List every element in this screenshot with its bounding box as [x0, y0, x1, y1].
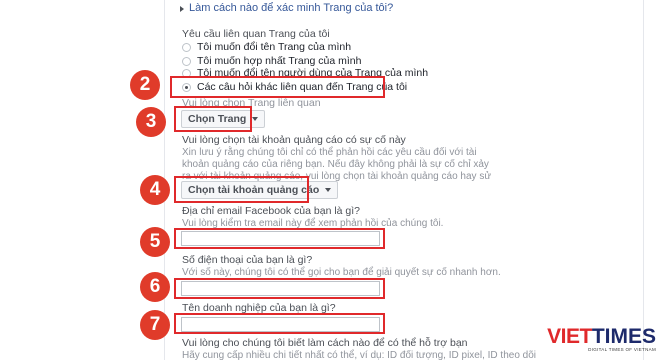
highlight-box-2: [170, 76, 385, 98]
step-badge-3: 3: [136, 107, 166, 137]
highlight-box-7: [174, 313, 385, 334]
highlight-box-4: [174, 176, 309, 203]
support-label: Vui lòng cho chúng tôi biết làm cách nào…: [182, 337, 468, 349]
step-badge-6: 6: [140, 272, 170, 302]
radio-button[interactable]: [182, 56, 191, 66]
support-help: Hãy cung cấp nhiều chi tiết nhất có thể,…: [182, 350, 537, 361]
caret-down-icon: [252, 117, 259, 121]
step-badge-2: 2: [130, 70, 160, 100]
radio-label: Tôi muốn đổi tên Trang của mình: [197, 41, 352, 53]
request-section-label: Yêu cầu liên quan Trang của tôi: [182, 28, 330, 40]
email-label: Địa chỉ email Facebook của bạn là gì?: [182, 205, 361, 217]
highlight-box-6: [174, 278, 385, 299]
radio-option-rename[interactable]: Tôi muốn đổi tên Trang của mình: [182, 40, 351, 54]
step-badge-4: 4: [140, 175, 170, 205]
highlight-box-5: [174, 228, 385, 249]
bullet-arrow-icon: [180, 6, 184, 12]
verify-page-link[interactable]: Làm cách nào để xác minh Trang của tôi?: [189, 2, 393, 14]
step-badge-5: 5: [140, 227, 170, 257]
highlight-box-3: [174, 106, 252, 132]
viettimes-logo: VIETTIMES DIGITAL TIMES OF VIETNAM: [547, 325, 656, 352]
ad-account-label: Vui lòng chọn tài khoản quảng cáo có sự …: [182, 134, 406, 146]
phone-label: Số điện thoại của bạn là gì?: [182, 254, 313, 266]
step-badge-7: 7: [140, 310, 170, 340]
radio-button[interactable]: [182, 42, 191, 52]
caret-down-icon: [325, 188, 332, 192]
